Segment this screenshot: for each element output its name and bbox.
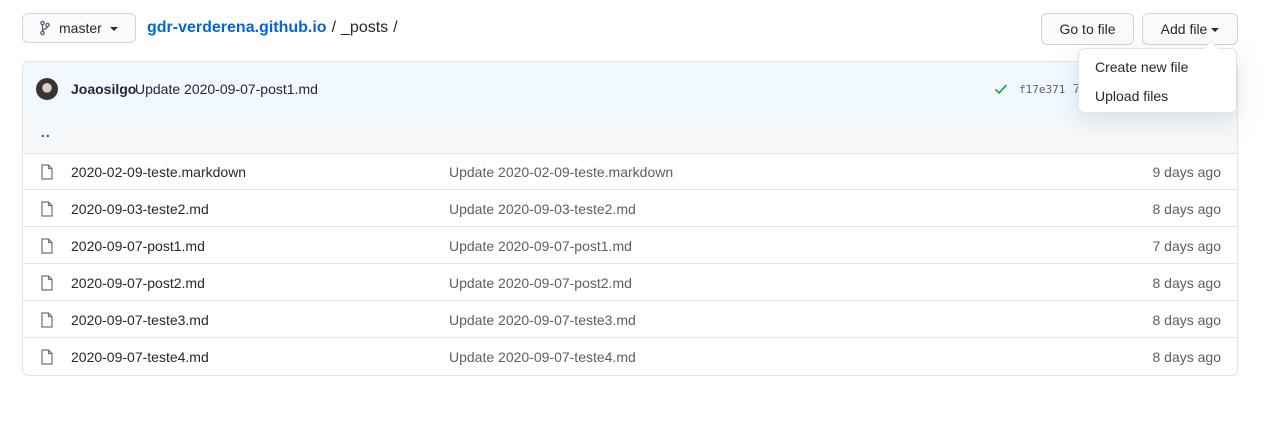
file-commit-time: 8 days ago bbox=[1152, 275, 1222, 291]
breadcrumb: gdr-verderena.github.io / _posts / bbox=[147, 19, 403, 37]
breadcrumb-separator: / bbox=[331, 19, 337, 36]
file-navigation: master gdr-verderena.github.io / _posts / G… bbox=[22, 13, 1238, 45]
upload-files-menu-item[interactable]: Upload files bbox=[1095, 88, 1168, 104]
table-row: 2020-09-07-teste4.md Update 2020-09-07-t… bbox=[23, 338, 1237, 375]
file-rows: 2020-02-09-teste.markdown Update 2020-02… bbox=[23, 153, 1237, 375]
file-name-link[interactable]: 2020-09-07-post1.md bbox=[71, 238, 205, 254]
file-commit-message-link[interactable]: Update 2020-09-07-post1.md bbox=[449, 238, 632, 254]
file-commit-time: 8 days ago bbox=[1152, 312, 1222, 328]
file-commit-time: 9 days ago bbox=[1152, 164, 1222, 180]
breadcrumb-separator: / bbox=[393, 19, 398, 36]
table-row: 2020-09-07-post1.md Update 2020-09-07-po… bbox=[23, 227, 1237, 264]
file-list-box: Joaosilgo Update 2020-09-07-post1.md f17… bbox=[22, 61, 1238, 376]
table-row: 2020-02-09-teste.markdown Update 2020-02… bbox=[23, 153, 1237, 190]
table-row: 2020-09-07-teste3.md Update 2020-09-07-t… bbox=[23, 301, 1237, 338]
breadcrumb-repo-link[interactable]: gdr-verderena.github.io bbox=[147, 19, 327, 36]
parent-directory-link[interactable]: .. bbox=[41, 124, 51, 140]
table-row: 2020-09-03-teste2.md Update 2020-09-03-t… bbox=[23, 190, 1237, 227]
branch-select-button[interactable]: master bbox=[22, 13, 136, 43]
latest-commit-bar: Joaosilgo Update 2020-09-07-post1.md f17… bbox=[23, 62, 1237, 117]
chevron-down-icon bbox=[1211, 28, 1220, 32]
create-new-file-menu-item[interactable]: Create new file bbox=[1095, 59, 1188, 75]
file-name-link[interactable]: 2020-09-07-teste4.md bbox=[71, 349, 209, 365]
file-name-link[interactable]: 2020-02-09-teste.markdown bbox=[71, 164, 246, 180]
file-commit-message-link[interactable]: Update 2020-09-07-post2.md bbox=[449, 275, 632, 291]
file-commit-message-link[interactable]: Update 2020-09-03-teste2.md bbox=[449, 201, 636, 217]
file-icon bbox=[41, 275, 53, 291]
file-icon bbox=[41, 312, 53, 328]
add-file-label: Add file bbox=[1160, 21, 1208, 37]
chevron-down-icon bbox=[109, 27, 118, 31]
file-commit-message-link[interactable]: Update 2020-02-09-teste.markdown bbox=[449, 164, 673, 180]
file-commit-message-link[interactable]: Update 2020-09-07-teste4.md bbox=[449, 349, 636, 365]
branch-label: master bbox=[59, 20, 102, 36]
git-branch-icon bbox=[40, 20, 50, 36]
add-file-button[interactable]: Add file bbox=[1142, 13, 1238, 45]
go-to-file-button[interactable]: Go to file bbox=[1041, 13, 1134, 45]
commit-message-link[interactable]: Update 2020-09-07-post1.md bbox=[135, 81, 318, 97]
avatar[interactable] bbox=[36, 78, 58, 100]
breadcrumb-current-folder: _posts bbox=[341, 19, 389, 36]
add-file-menu: Create new file Upload files bbox=[1078, 41, 1237, 113]
file-icon bbox=[41, 164, 53, 180]
file-name-link[interactable]: 2020-09-03-teste2.md bbox=[71, 201, 209, 217]
file-commit-time: 8 days ago bbox=[1152, 201, 1222, 217]
file-name-link[interactable]: 2020-09-07-teste3.md bbox=[71, 312, 209, 328]
check-icon[interactable] bbox=[994, 82, 1008, 96]
file-name-link[interactable]: 2020-09-07-post2.md bbox=[71, 275, 205, 291]
file-icon bbox=[41, 349, 53, 365]
file-icon bbox=[41, 201, 53, 217]
table-row: 2020-09-07-post2.md Update 2020-09-07-po… bbox=[23, 264, 1237, 301]
commit-author-link[interactable]: Joaosilgo bbox=[71, 81, 136, 97]
file-commit-time: 8 days ago bbox=[1152, 349, 1222, 365]
file-commit-message-link[interactable]: Update 2020-09-07-teste3.md bbox=[449, 312, 636, 328]
file-commit-time: 7 days ago bbox=[1152, 238, 1222, 254]
commit-sha-link[interactable]: f17e371 bbox=[1019, 83, 1065, 96]
parent-directory-row: .. bbox=[23, 116, 1237, 154]
file-icon bbox=[41, 238, 53, 254]
